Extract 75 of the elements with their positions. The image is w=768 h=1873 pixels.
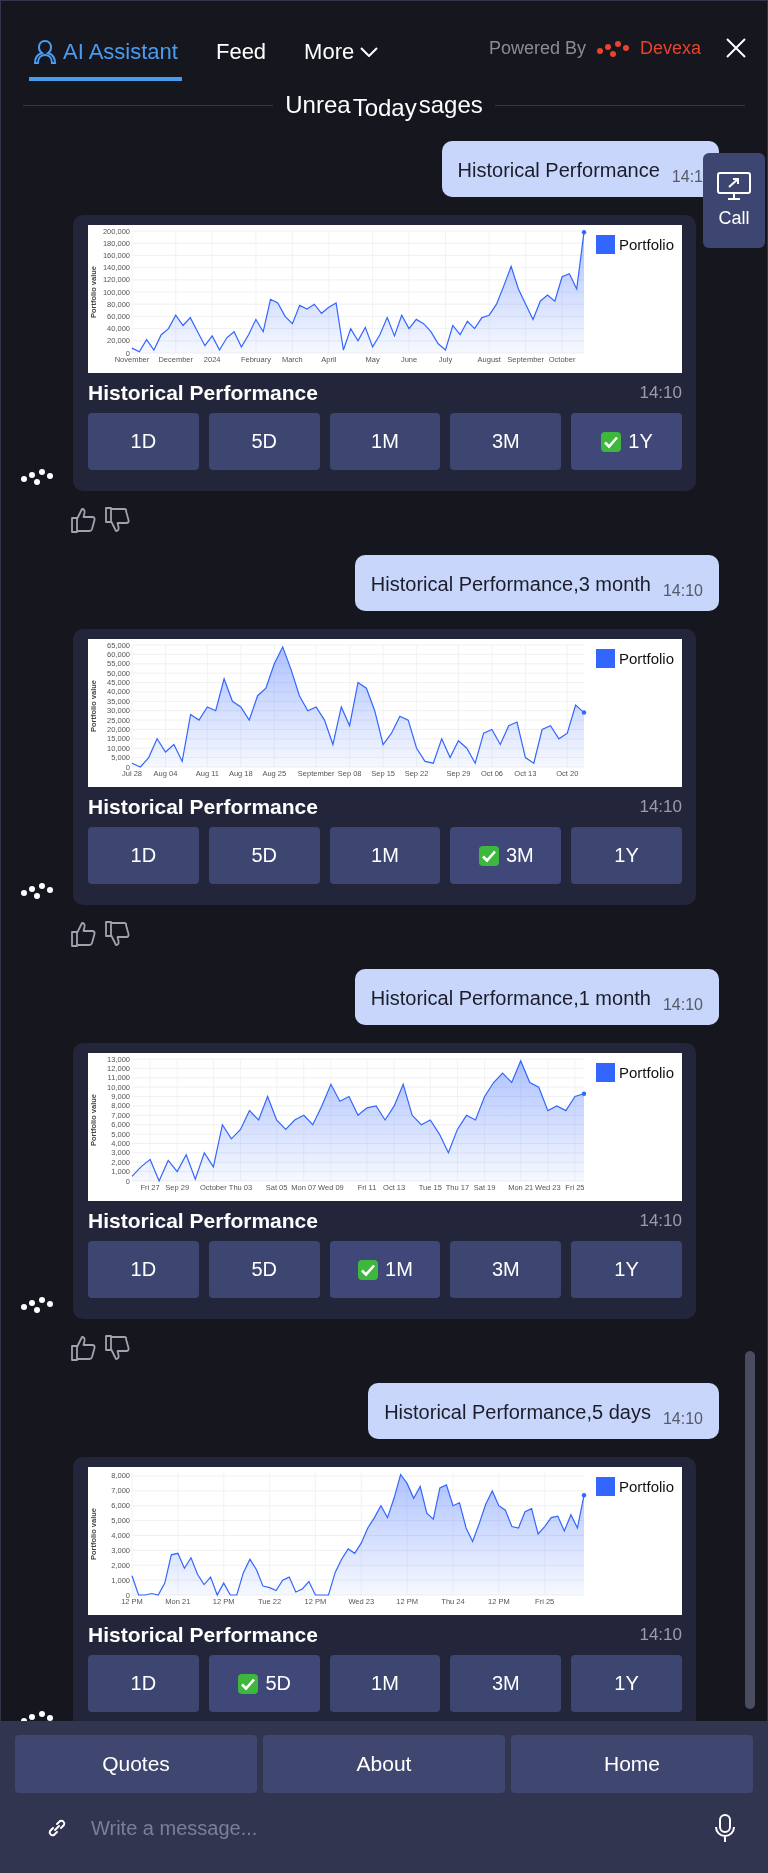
period-button[interactable]: 1Y (571, 413, 682, 470)
period-button[interactable]: 1Y (571, 1241, 682, 1298)
data-point (581, 710, 587, 715)
message-text: Historical Performance,5 days (384, 1400, 651, 1425)
period-button[interactable]: 5D (208, 1655, 320, 1712)
message-text: Historical Performance (457, 158, 660, 183)
data-point (581, 1493, 587, 1498)
legend-swatch (596, 1063, 615, 1082)
period-button[interactable]: 1D (88, 1655, 199, 1712)
message-text: Historical Performance,1 month (370, 986, 651, 1011)
tab[interactable]: Feed (211, 39, 271, 81)
quick-reply-button[interactable]: Quotes (15, 1735, 257, 1793)
message-time: 14:10 (639, 1211, 682, 1231)
period-button[interactable]: 1M (329, 1241, 441, 1298)
microphone-icon[interactable] (713, 1813, 737, 1843)
date-label: Today (352, 94, 417, 122)
legend-swatch (596, 235, 615, 254)
period-button[interactable]: 5D (208, 1241, 320, 1298)
close-button[interactable] (725, 37, 747, 59)
bot-avatar-icon (20, 467, 54, 485)
period-button[interactable]: 5D (208, 827, 320, 884)
period-button[interactable]: 3M (450, 1655, 562, 1712)
data-point (581, 1091, 587, 1096)
message-time: 14:10 (639, 1625, 682, 1645)
check-icon (237, 1672, 260, 1695)
legend-swatch (596, 1477, 615, 1496)
message-time: 14:10 (662, 582, 703, 600)
period-button[interactable]: 5D (208, 413, 320, 470)
legend-label: Portfolio (619, 650, 675, 667)
scrollbar[interactable] (745, 1351, 755, 1709)
message-time: 14:1 (671, 168, 703, 186)
message-time: 14:10 (639, 383, 682, 403)
legend-label: Portfolio (619, 1064, 675, 1081)
period-button[interactable]: 1Y (571, 1655, 682, 1712)
card-title: Historical Performance (88, 1209, 318, 1233)
bot-avatar-icon (20, 1295, 54, 1313)
message-input[interactable]: Write a message... (89, 1807, 693, 1849)
bot-avatar-icon (20, 881, 54, 899)
screen-share-icon (717, 172, 751, 200)
tab[interactable]: More (300, 39, 383, 81)
brand-name: Devexa (639, 37, 701, 59)
period-button[interactable]: 3M (450, 413, 562, 470)
card-title: Historical Performance (88, 1623, 318, 1647)
check-icon (357, 1258, 380, 1281)
message-time: 14:10 (639, 797, 682, 817)
period-button[interactable]: 1D (88, 827, 199, 884)
person-icon (33, 39, 57, 65)
period-button[interactable]: 1D (88, 413, 199, 470)
data-point (581, 230, 587, 235)
card-title: Historical Performance (88, 795, 318, 819)
legend-label: Portfolio (619, 1478, 675, 1495)
period-button[interactable]: 1Y (571, 827, 682, 884)
brand-logo-icon (595, 39, 630, 57)
period-button[interactable]: 1D (88, 1241, 199, 1298)
period-button[interactable]: 3M (450, 827, 562, 884)
message-time: 14:10 (662, 1410, 703, 1428)
quick-reply-button[interactable]: Home (511, 1735, 753, 1793)
chevron-down-icon (360, 47, 379, 57)
card-title: Historical Performance (88, 381, 318, 405)
tab[interactable]: AI Assistant (29, 39, 182, 81)
divider-label: Unrea (285, 91, 351, 119)
legend-label: Portfolio (619, 236, 675, 253)
period-button[interactable]: 1M (329, 413, 441, 470)
message-time: 14:10 (662, 996, 703, 1014)
period-button[interactable]: 1M (329, 827, 441, 884)
period-button[interactable]: 1M (329, 1655, 441, 1712)
period-button[interactable]: 3M (450, 1241, 562, 1298)
divider-label: sages (418, 91, 483, 119)
call-button[interactable]: Call (703, 153, 765, 248)
powered-by-label: Powered By (488, 37, 586, 59)
check-icon (600, 430, 623, 453)
quick-reply-button[interactable]: About (263, 1735, 505, 1793)
legend-swatch (596, 649, 615, 668)
check-icon (477, 844, 500, 867)
message-text: Historical Performance,3 month (370, 572, 651, 597)
